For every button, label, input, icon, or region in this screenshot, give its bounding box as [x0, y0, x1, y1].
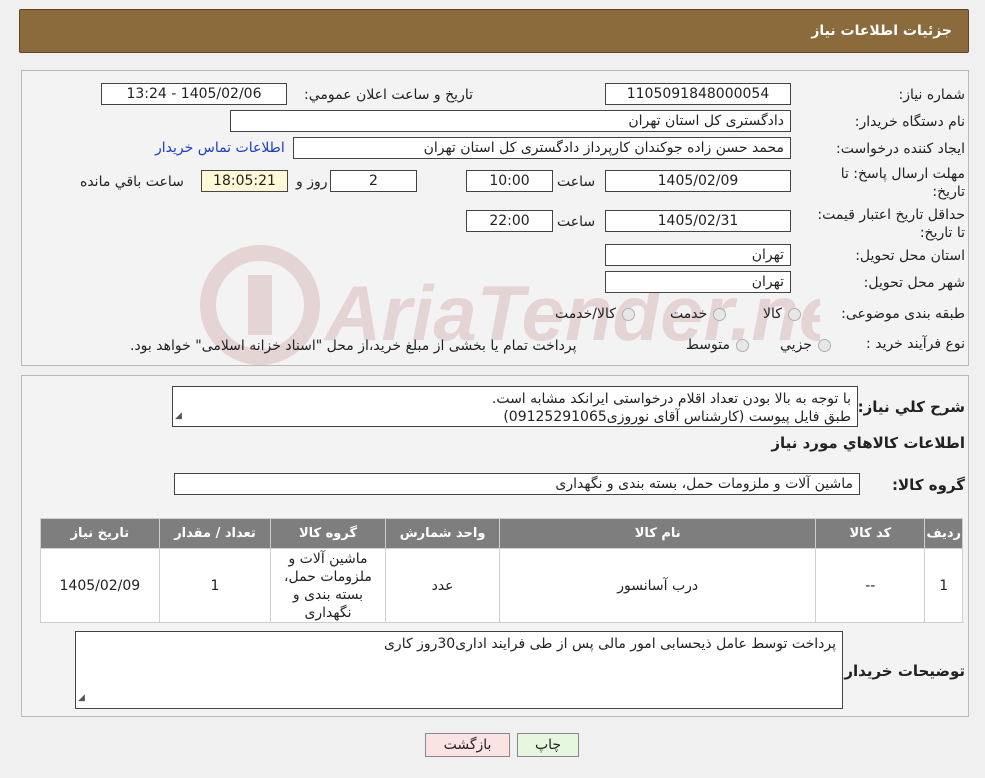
- col-item-code: کد کالا: [815, 518, 926, 549]
- buyer-notes-label: توضیحات خریدار:: [838, 662, 965, 680]
- col-group: گروه کالا: [270, 518, 386, 549]
- cell-group: ماشین آلات و ملزومات حمل، بسته بندی و نگ…: [270, 548, 386, 623]
- back-button[interactable]: بازگشت: [425, 733, 510, 757]
- process-option-minor[interactable]: جزیي: [780, 337, 831, 353]
- validity-time-label: ساعت: [557, 214, 596, 230]
- cell-quantity: 1: [158, 548, 272, 623]
- col-item-name: نام کالا: [499, 518, 817, 549]
- remaining-time-field: 18:05:21: [201, 170, 288, 192]
- creator-field: محمد حسن زاده جوکندان کارپرداز دادگستری …: [293, 137, 791, 159]
- resize-grip-icon[interactable]: ◢: [175, 407, 182, 425]
- category-option-service[interactable]: خدمت: [670, 306, 727, 322]
- creator-label: ایجاد کننده درخواست:: [836, 141, 965, 157]
- description-line-1: با توجه به بالا بودن تعداد اقلام درخواست…: [491, 391, 851, 407]
- category-option-goods-service[interactable]: کالا/خدمت: [555, 306, 635, 322]
- city-field: تهران: [605, 271, 791, 293]
- print-button[interactable]: چاپ: [517, 733, 579, 757]
- deadline-time-field: 10:00: [466, 170, 553, 192]
- deadline-time-label: ساعت: [557, 174, 596, 190]
- validity-label: حداقل تاریخ اعتبار قیمت: تا تاریخ:: [817, 207, 965, 241]
- cell-row-number: 1: [924, 548, 963, 623]
- process-label: نوع فرآیند خرید :: [866, 336, 965, 352]
- province-label: استان محل تحویل:: [855, 248, 965, 264]
- radio-button[interactable]: [787, 307, 801, 321]
- buyer-notes-textarea: پرداخت توسط عامل ذیحسابی امور مالی پس از…: [75, 631, 843, 709]
- category-label: طبقه بندی موضوعی:: [841, 306, 965, 322]
- validity-date-field: 1405/02/31: [605, 210, 791, 232]
- days-label: روز و: [296, 174, 328, 190]
- table-row: 1 -- درب آسانسور عدد ماشین آلات و ملزوما…: [40, 548, 963, 623]
- goods-group-field: ماشین آلات و ملزومات حمل، بسته بندی و نگ…: [174, 473, 860, 495]
- deadline-label: مهلت ارسال پاسخ: تا تاریخ:: [840, 166, 965, 200]
- radio-button[interactable]: [713, 307, 727, 321]
- province-field: تهران: [605, 244, 791, 266]
- need-number-label: شماره نیاز:: [898, 87, 966, 103]
- resize-grip-icon[interactable]: ◢: [78, 689, 85, 707]
- buyer-contact-link[interactable]: اطلاعات تماس خریدار: [155, 140, 285, 156]
- description-textarea: با توجه به بالا بودن تعداد اقلام درخواست…: [172, 386, 858, 427]
- goods-group-label: گروه کالا:: [892, 476, 965, 494]
- process-note: پرداخت تمام یا بخشی از مبلغ خرید،از محل …: [130, 338, 577, 354]
- col-need-date: تاریخ نیاز: [40, 518, 160, 549]
- announce-label: تاریخ و ساعت اعلان عمومي:: [304, 87, 473, 103]
- announce-field: 1405/02/06 - 13:24: [101, 83, 287, 105]
- days-remaining-field: 2: [330, 170, 417, 192]
- category-option-goods[interactable]: کالا: [763, 306, 801, 322]
- goods-table: ردیف کد کالا نام کالا واحد شمارش گروه کا…: [40, 518, 963, 623]
- need-number-field: 1105091848000054: [605, 83, 791, 105]
- cell-need-date: 1405/02/09: [40, 548, 160, 623]
- buyer-org-label: نام دستگاه خریدار:: [854, 114, 965, 130]
- description-line-2: طبق فایل پیوست (کارشناس آقای نوروزی09125…: [503, 409, 851, 425]
- radio-button[interactable]: [817, 338, 831, 352]
- remaining-label: ساعت باقي مانده: [80, 174, 184, 190]
- buyer-notes-text: پرداخت توسط عامل ذیحسابی امور مالی پس از…: [383, 636, 836, 652]
- radio-button[interactable]: [621, 307, 635, 321]
- deadline-date-field: 1405/02/09: [605, 170, 791, 192]
- col-unit: واحد شمارش: [384, 518, 501, 549]
- buyer-org-field: دادگستری کل استان تهران: [230, 110, 791, 132]
- page-title: جزئیات اطلاعات نیاز: [811, 23, 952, 39]
- col-quantity: تعداد / مقدار: [158, 518, 272, 549]
- page-header: جزئیات اطلاعات نیاز: [19, 9, 969, 53]
- description-label: شرح کلي نیاز:: [857, 398, 965, 416]
- radio-button[interactable]: [735, 338, 749, 352]
- table-header-row: ردیف کد کالا نام کالا واحد شمارش گروه کا…: [40, 518, 963, 549]
- cell-unit: عدد: [384, 548, 501, 623]
- validity-time-field: 22:00: [466, 210, 553, 232]
- cell-item-name: درب آسانسور: [499, 548, 817, 623]
- city-label: شهر محل تحویل:: [863, 275, 965, 291]
- process-option-medium[interactable]: متوسط: [686, 337, 749, 353]
- col-row-number: ردیف: [924, 518, 963, 549]
- cell-item-code: --: [815, 548, 926, 623]
- goods-section-title: اطلاعات کالاهاي مورد نیاز: [771, 434, 965, 452]
